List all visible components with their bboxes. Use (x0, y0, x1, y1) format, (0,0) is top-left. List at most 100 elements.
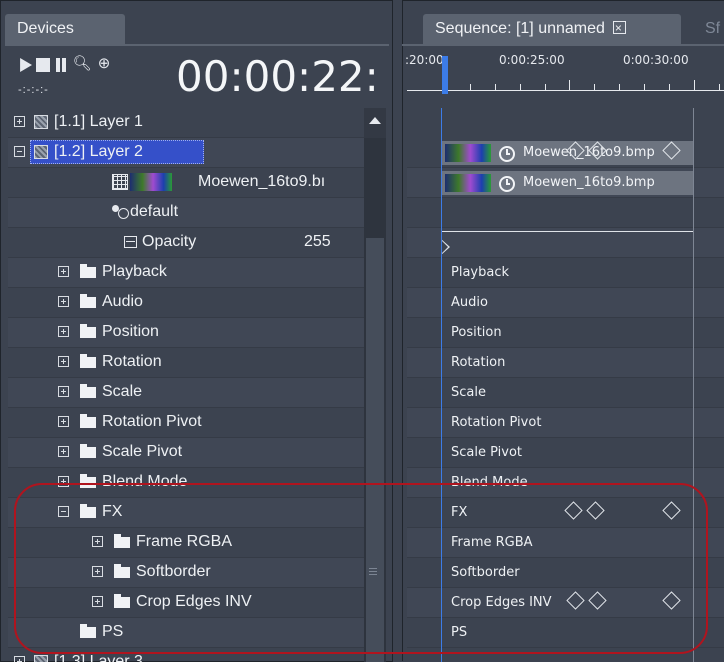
track-row-ps[interactable]: PS (407, 618, 724, 648)
sequence-tab[interactable]: Sequence: [1] unnamed (423, 13, 681, 44)
tree-row-scale[interactable]: Scale (8, 378, 364, 408)
zoom-out-icon[interactable]: 🔍︎ (72, 54, 92, 74)
tree-row-fx[interactable]: FX (8, 498, 364, 528)
timeline-ruler[interactable]: :20:00 0:00:25:00 0:00:30:00 (405, 46, 724, 102)
tree-row-ps[interactable]: PS (8, 618, 364, 648)
clock-icon (499, 146, 515, 162)
tree-row-rotation-pivot[interactable]: Rotation Pivot (8, 408, 364, 438)
tree-scrollbar[interactable] (364, 108, 386, 662)
tree-row-layer-1[interactable]: [1.1] Layer 1 (8, 108, 364, 138)
keyframe-diamond-icon[interactable] (566, 591, 585, 610)
media-clip[interactable]: Moewen_16to9.bmp (441, 171, 693, 195)
track-label: Audio (451, 295, 488, 310)
devices-tab[interactable]: Devices (5, 14, 125, 44)
track-row-scale[interactable]: Scale (407, 378, 724, 408)
track-row-media[interactable]: Moewen_16to9.bmp (407, 168, 724, 198)
expand-plus-icon[interactable] (58, 476, 69, 487)
tree-row-layer-2[interactable]: [1.2] Layer 2 (8, 138, 364, 168)
track-row-blend-mode[interactable]: Blend Mode (407, 468, 724, 498)
keyframe-diamond-icon[interactable] (588, 591, 607, 610)
track-row-crop-edges-inv[interactable]: Crop Edges INV (407, 588, 724, 618)
tree-row-media[interactable]: Moewen_16to9.bı (8, 168, 364, 198)
keyframe-diamond-icon[interactable] (586, 501, 605, 520)
expand-plus-icon[interactable] (58, 296, 69, 307)
track-row-playback[interactable]: Playback (407, 258, 724, 288)
folder-icon (80, 294, 96, 308)
tree-label: Playback (102, 263, 167, 280)
scrollbar-thumb[interactable] (366, 238, 384, 662)
expand-plus-icon[interactable] (58, 326, 69, 337)
tree-row-crop-edges-inv[interactable]: Crop Edges INV (8, 588, 364, 618)
tree-row-layer-3[interactable]: [1.3] Layer 3 (8, 648, 364, 662)
ruler-tick (644, 84, 645, 90)
expand-plus-icon[interactable] (92, 536, 103, 547)
expand-plus-icon[interactable] (58, 266, 69, 277)
tree-row-frame-rgba[interactable]: Frame RGBA (8, 528, 364, 558)
track-row-rotation[interactable]: Rotation (407, 348, 724, 378)
keyframe-diamond-icon[interactable] (662, 501, 681, 520)
tree-row-opacity[interactable]: Opacity 255 (8, 228, 364, 258)
expand-plus-icon[interactable] (14, 656, 25, 662)
tree-row-scale-pivot[interactable]: Scale Pivot (8, 438, 364, 468)
expand-plus-icon[interactable] (14, 116, 25, 127)
close-icon[interactable] (612, 13, 626, 43)
track-row-layer-2[interactable]: Moewen_16to9.bmp (407, 138, 724, 168)
expand-plus-icon[interactable] (58, 356, 69, 367)
curve-start-marker-icon[interactable] (441, 239, 450, 255)
folder-icon (80, 324, 96, 338)
track-row-opacity[interactable] (407, 228, 724, 258)
clip-label: Moewen_16to9.bmp (523, 145, 655, 160)
opacity-curve (441, 231, 693, 232)
playhead-handle[interactable] (442, 56, 448, 94)
collapse-minus-icon[interactable] (58, 506, 69, 517)
track-row-fx[interactable]: FX (407, 498, 724, 528)
play-icon[interactable] (20, 58, 32, 72)
clip-thumbnail (445, 144, 491, 162)
tree-row-blend-mode[interactable]: Blend Mode (8, 468, 364, 498)
expand-plus-icon[interactable] (58, 416, 69, 427)
stop-icon[interactable] (36, 58, 50, 72)
tree-row-default[interactable]: default (8, 198, 364, 228)
tree-row-rotation[interactable]: Rotation (8, 348, 364, 378)
collapse-minus-icon[interactable] (14, 146, 25, 157)
track-label: Blend Mode (451, 475, 528, 490)
media-clip[interactable]: Moewen_16to9.bmp (441, 141, 693, 165)
small-timecode: -:-:-:- (18, 84, 49, 96)
track-row-position[interactable]: Position (407, 318, 724, 348)
track-row-frame-rgba[interactable]: Frame RGBA (407, 528, 724, 558)
pause-icon[interactable] (54, 58, 68, 72)
device-tree: [1.1] Layer 1 [1.2] Layer 2 Moewen_16to9… (8, 108, 364, 662)
track-row-softborder[interactable]: Softborder (407, 558, 724, 588)
opacity-value[interactable]: 255 (304, 228, 331, 256)
track-row-rotation-pivot[interactable]: Rotation Pivot (407, 408, 724, 438)
expand-plus-icon[interactable] (92, 566, 103, 577)
media-thumbnail (130, 173, 172, 191)
keyframe-diamond-icon[interactable] (564, 501, 583, 520)
sequence-tab-label: Sequence: [1] unnamed (435, 20, 605, 37)
tree-label: Moewen_16to9.bı (198, 173, 326, 190)
track-row-audio[interactable]: Audio (407, 288, 724, 318)
tree-label: Audio (102, 293, 143, 310)
timeline-tracks[interactable]: Moewen_16to9.bmp Moewen_16to9.bmp Playba… (407, 108, 724, 662)
ruler-label: 0:00:30:00 (623, 53, 689, 67)
tree-label: Blend Mode (102, 473, 188, 490)
tree-row-audio[interactable]: Audio (8, 288, 364, 318)
expand-plus-icon[interactable] (58, 446, 69, 457)
scrollbar-track[interactable] (364, 138, 386, 662)
zoom-in-icon[interactable]: ⊕ (94, 54, 114, 74)
scroll-up-arrow-icon[interactable] (369, 117, 381, 124)
tree-row-playback[interactable]: Playback (8, 258, 364, 288)
track-row-scale-pivot[interactable]: Scale Pivot (407, 438, 724, 468)
tree-row-position[interactable]: Position (8, 318, 364, 348)
expand-plus-icon[interactable] (58, 386, 69, 397)
track-label: Position (451, 325, 502, 340)
ruler-tick (495, 84, 496, 90)
keyframe-diamond-icon[interactable] (662, 591, 681, 610)
track-label: Scale Pivot (451, 445, 523, 460)
tree-label: Rotation (102, 353, 162, 370)
second-tab[interactable]: Sf (687, 14, 724, 44)
expand-plus-icon[interactable] (92, 596, 103, 607)
group-icon (112, 205, 129, 219)
track-row-default[interactable] (407, 198, 724, 228)
tree-row-softborder[interactable]: Softborder (8, 558, 364, 588)
